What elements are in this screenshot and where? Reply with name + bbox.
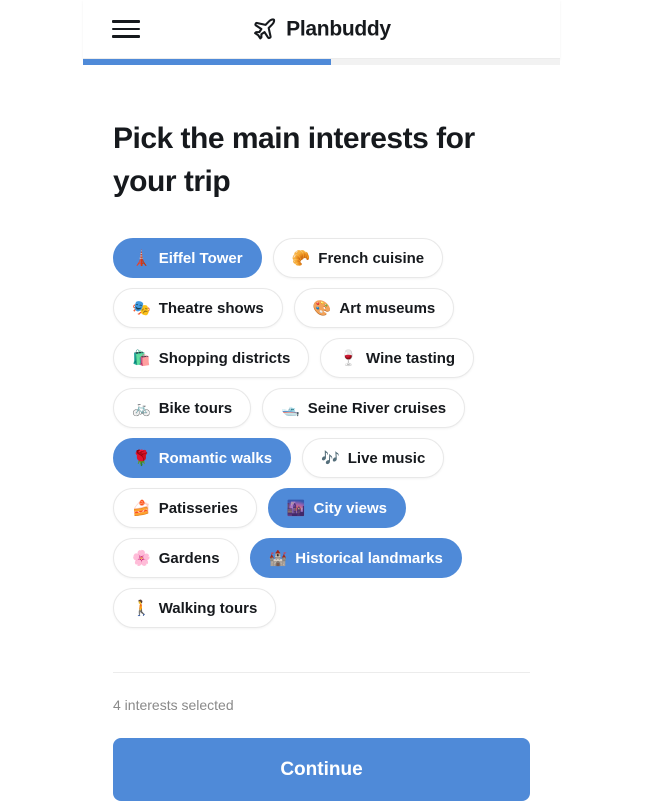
cityscape-dusk-icon: 🌆 bbox=[286, 499, 306, 517]
castle-icon: 🏰 bbox=[268, 549, 288, 567]
footer: 4 interests selected Continue bbox=[113, 672, 530, 801]
interest-chip-label: Art museums bbox=[339, 299, 436, 317]
menu-bar-3 bbox=[112, 35, 140, 38]
menu-bar-1 bbox=[112, 20, 140, 23]
interest-chip[interactable]: 🚲 Bike tours bbox=[113, 388, 252, 429]
interest-chip[interactable]: 🍷 Wine tasting bbox=[320, 338, 475, 379]
brand-logo: Planbuddy bbox=[83, 17, 560, 42]
brand-name: Planbuddy bbox=[286, 17, 391, 40]
cake-slice-icon: 🍰 bbox=[132, 499, 151, 517]
interest-chip-label: Eiffel Tower bbox=[158, 249, 243, 267]
interest-chip[interactable]: 🌹 Romantic walks bbox=[113, 438, 292, 479]
interest-chip-label: Walking tours bbox=[158, 599, 258, 617]
interest-chip-label: Wine tasting bbox=[366, 349, 456, 367]
tokyo-tower-icon: 🗼 bbox=[132, 249, 151, 267]
hamburger-menu-icon[interactable] bbox=[112, 14, 148, 44]
walking-person-icon: 🚶 bbox=[132, 599, 151, 617]
wine-glass-icon: 🍷 bbox=[339, 349, 359, 367]
interest-chip[interactable]: 🥐 French cuisine bbox=[272, 238, 444, 279]
interest-chip[interactable]: 🛥️ Seine River cruises bbox=[262, 388, 466, 429]
interest-chip-label: Romantic walks bbox=[158, 449, 273, 467]
interest-chip[interactable]: 🎨 Art museums bbox=[293, 288, 455, 329]
menu-bar-2 bbox=[112, 27, 140, 31]
continue-button[interactable]: Continue bbox=[113, 738, 530, 801]
interest-chip[interactable]: 🎭 Theatre shows bbox=[113, 288, 283, 329]
app-card: Planbuddy Pick the main interests for yo… bbox=[83, 0, 560, 801]
interest-chip[interactable]: 🚶 Walking tours bbox=[113, 588, 277, 629]
onboarding-progress-bar bbox=[83, 59, 560, 65]
rose-icon: 🌹 bbox=[132, 449, 151, 467]
interest-chip[interactable]: 🎶 Live music bbox=[302, 438, 445, 479]
interest-chip-label: Seine River cruises bbox=[307, 399, 447, 417]
interest-chip-label: Theatre shows bbox=[158, 299, 264, 317]
interest-chip[interactable]: 🗼 Eiffel Tower bbox=[113, 238, 262, 279]
artist-palette-icon: 🎨 bbox=[312, 299, 332, 317]
interest-chip-group: 🗼 Eiffel Tower 🥐 French cuisine 🎭 Theatre sho… bbox=[113, 238, 530, 629]
page-title: Pick the main interests for your trip bbox=[113, 122, 475, 198]
motor-boat-icon: 🛥️ bbox=[281, 399, 300, 417]
main-content: Pick the main interests for your trip 🗼 E… bbox=[83, 65, 560, 801]
interest-chip[interactable]: 🌸 Gardens bbox=[113, 538, 239, 579]
airplane-icon bbox=[254, 18, 276, 40]
musical-notes-icon: 🎶 bbox=[321, 449, 340, 467]
interest-chip-label: French cuisine bbox=[318, 249, 425, 267]
interest-chip[interactable]: 🌆 City views bbox=[267, 488, 406, 529]
interest-chip-label: Shopping districts bbox=[158, 349, 291, 367]
app-header: Planbuddy bbox=[83, 0, 560, 59]
interest-chip-label: Patisseries bbox=[158, 499, 238, 517]
interest-chip[interactable]: 🏰 Historical landmarks bbox=[249, 538, 462, 579]
interest-chip[interactable]: 🍰 Patisseries bbox=[113, 488, 257, 529]
shopping-bags-icon: 🛍️ bbox=[132, 349, 151, 367]
interest-chip-label: Gardens bbox=[158, 549, 220, 567]
interest-chip-label: Live music bbox=[347, 449, 426, 467]
cherry-blossom-icon: 🌸 bbox=[132, 549, 151, 567]
performing-arts-icon: 🎭 bbox=[132, 299, 151, 317]
interest-chip-label: City views bbox=[313, 499, 387, 517]
progress-fill bbox=[83, 59, 332, 65]
selection-count-label: 4 interests selected bbox=[113, 697, 234, 714]
interest-chip-label: Bike tours bbox=[158, 399, 233, 417]
bicycle-icon: 🚲 bbox=[132, 399, 151, 417]
interest-chip[interactable]: 🛍️ Shopping districts bbox=[113, 338, 310, 379]
interest-chip-label: Historical landmarks bbox=[295, 549, 443, 567]
croissant-icon: 🥐 bbox=[291, 249, 311, 267]
